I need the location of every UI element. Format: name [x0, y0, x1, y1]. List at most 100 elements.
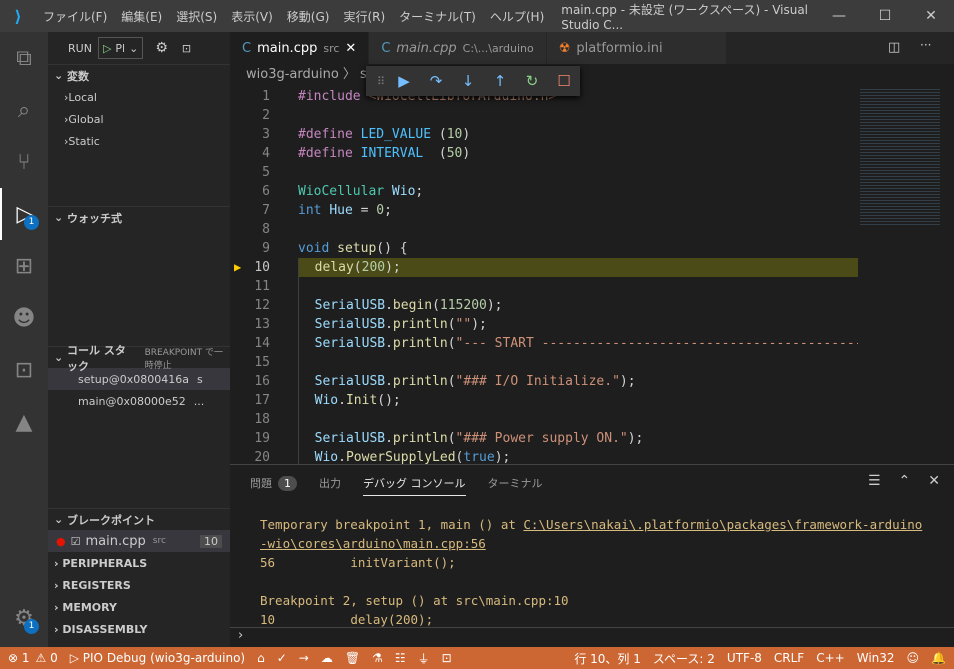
terminal-icon[interactable]: ⊡ — [0, 344, 48, 396]
code-token: 200 — [361, 260, 386, 275]
current-line-arrow-icon[interactable]: ▶ — [234, 258, 241, 277]
breakpoint-item[interactable]: ● ☑ main.cpp src 10 — [48, 530, 230, 552]
scope-static[interactable]: › Static — [48, 130, 230, 152]
line-text: WioCellular Wio; — [298, 182, 858, 201]
split-editor-icon[interactable]: ◫ — [888, 40, 900, 55]
step-into-icon[interactable]: ↓ — [452, 72, 484, 90]
scope-local[interactable]: › Local — [48, 86, 230, 108]
panel-tab-0[interactable]: 問題 1 — [250, 475, 297, 491]
cursor-position[interactable]: 行 10、列 1 — [574, 650, 641, 667]
step-over-icon[interactable]: ↷ — [420, 72, 452, 90]
panel-tab-3[interactable]: ターミナル — [488, 475, 543, 491]
maximize-button[interactable]: ☐ — [862, 8, 908, 24]
restart-icon[interactable]: ↻ — [516, 72, 548, 90]
platform[interactable]: Win32 — [857, 651, 895, 665]
menu-item[interactable]: 編集(E) — [114, 8, 169, 25]
menu-item[interactable]: ヘルプ(H) — [483, 8, 551, 25]
step-out-icon[interactable]: ↑ — [484, 72, 516, 90]
more-actions-icon[interactable]: ··· — [920, 38, 931, 52]
remote-upload-icon[interactable]: ☁ — [321, 651, 333, 665]
explorer-icon[interactable]: ⧉ — [0, 32, 48, 84]
watch-section[interactable]: ⌄ ウォッチ式 — [48, 206, 230, 228]
panel-tab-2[interactable]: デバッグ コンソール — [363, 475, 466, 496]
stack-frame[interactable]: main@0x08000e52... — [48, 390, 230, 412]
language-mode[interactable]: C++ — [816, 651, 845, 665]
debug-console-icon[interactable]: ⊡ — [182, 42, 191, 55]
console-input[interactable]: › — [230, 627, 954, 647]
menu-item[interactable]: 実行(R) — [336, 8, 392, 25]
feedback-icon[interactable]: ☺ — [907, 651, 920, 665]
settings-gear-icon[interactable]: ⚙ 1 — [0, 592, 48, 644]
gear-icon[interactable]: ⚙ — [155, 40, 168, 56]
clean-icon[interactable]: 🗑 — [345, 651, 360, 665]
menu-item[interactable]: 選択(S) — [169, 8, 224, 25]
minimize-button[interactable]: — — [816, 8, 862, 24]
callstack-section[interactable]: ⌄ コール スタック BREAKPOINT で一時停止 — [48, 344, 230, 373]
drag-handle-icon[interactable]: ⠿ — [374, 75, 388, 88]
line-number: 7 — [262, 203, 270, 218]
azure-icon[interactable]: ▲ — [0, 396, 48, 448]
notifications-bell-icon[interactable]: 🔔 — [931, 651, 946, 665]
serial-monitor-icon[interactable]: ⏚ — [418, 650, 430, 667]
search-icon[interactable]: ⌕ — [0, 84, 48, 136]
file-link[interactable]: C:\Users\nakai\.platformio\packages\fram… — [523, 517, 922, 532]
platformio-icon[interactable]: ☻ — [0, 292, 48, 344]
code-token: ); — [619, 374, 636, 389]
indentation[interactable]: スペース: 2 — [653, 650, 715, 667]
encoding[interactable]: UTF-8 — [727, 651, 762, 665]
section-memory[interactable]: › MEMORY — [48, 596, 230, 618]
clear-console-icon[interactable]: ☰ — [868, 473, 881, 489]
scope-global[interactable]: › Global — [48, 108, 230, 130]
line-text: #define INTERVAL (50) — [298, 144, 858, 163]
line-number: 20 — [254, 450, 270, 464]
code-editor[interactable]: 1 #include <WioCellLibforArduino.h> 2 3 #def… — [230, 87, 858, 464]
frame-source: s — [197, 372, 203, 386]
tasks-icon[interactable]: ☷ — [395, 651, 406, 665]
file-link[interactable]: -wio\cores\arduino\main.cpp:56 — [260, 536, 486, 551]
tab-1[interactable]: Cmain.cpp C:\...\arduino — [369, 32, 547, 64]
section-peripherals[interactable]: › PERIPHERALS — [48, 552, 230, 574]
line-number: 10 ▶ — [230, 258, 298, 277]
run-debug-icon[interactable]: ▷ 1 — [0, 188, 48, 240]
warnings-count[interactable]: ⚠ 0 — [36, 651, 58, 665]
menu-item[interactable]: ターミナル(T) — [392, 8, 483, 25]
close-tab-icon[interactable]: ✕ — [345, 41, 356, 56]
code-token: LED_VALUE — [360, 127, 439, 142]
upload-icon[interactable]: → — [299, 651, 309, 665]
minimap[interactable] — [860, 87, 940, 227]
maximize-panel-icon[interactable]: ⌃ — [899, 473, 911, 489]
checkbox[interactable]: ☑ — [71, 535, 81, 548]
close-button[interactable]: ✕ — [908, 8, 954, 24]
terminal-icon[interactable]: ⊡ — [442, 651, 452, 665]
menu-item[interactable]: ファイル(F) — [36, 8, 114, 25]
stop-icon[interactable]: ☐ — [548, 72, 580, 90]
tab-2[interactable]: ☢ platformio.ini — [546, 32, 727, 64]
debug-config[interactable]: ▷ PIO Debug (wio3g-arduino) — [70, 651, 245, 665]
line-ending[interactable]: CRLF — [774, 651, 804, 665]
breakpoints-section[interactable]: ⌄ ブレークポイント — [48, 508, 230, 530]
continue-icon[interactable]: ▶ — [388, 72, 420, 90]
menu-item[interactable]: 表示(V) — [224, 8, 280, 25]
source-control-icon[interactable]: ⑂ — [0, 136, 48, 188]
section-registers[interactable]: › REGISTERS — [48, 574, 230, 596]
panel-tab-label: デバッグ コンソール — [363, 476, 466, 490]
section-disassembly[interactable]: › DISASSEMBLY — [48, 618, 230, 640]
errors-count[interactable]: ⊗ 1 — [8, 651, 30, 665]
breakpoint-dot-icon: ● — [56, 534, 66, 548]
build-icon[interactable]: ✓ — [277, 651, 287, 665]
variables-section[interactable]: ⌄ 変数 — [48, 64, 230, 86]
extensions-icon[interactable]: ⊞ — [0, 240, 48, 292]
test-icon[interactable]: ⚗ — [372, 651, 383, 665]
tab-0[interactable]: Cmain.cpp src ✕ — [230, 32, 370, 64]
debug-config-select[interactable]: ▷ Pl ⌄ — [97, 37, 144, 59]
menu-item[interactable]: 移動(G) — [280, 8, 337, 25]
code-line: 4 #define INTERVAL (50) — [230, 144, 858, 163]
code-token: (); — [377, 393, 401, 408]
panel-tab-1[interactable]: 出力 — [319, 475, 341, 491]
close-panel-icon[interactable]: ✕ — [928, 473, 940, 489]
home-icon[interactable]: ⌂ — [257, 651, 265, 665]
code-token: . — [338, 393, 346, 408]
breadcrumb[interactable]: wio3g-arduino 〉 src — [246, 64, 379, 86]
run-label: RUN — [68, 41, 92, 55]
code-token: ( — [438, 127, 447, 142]
